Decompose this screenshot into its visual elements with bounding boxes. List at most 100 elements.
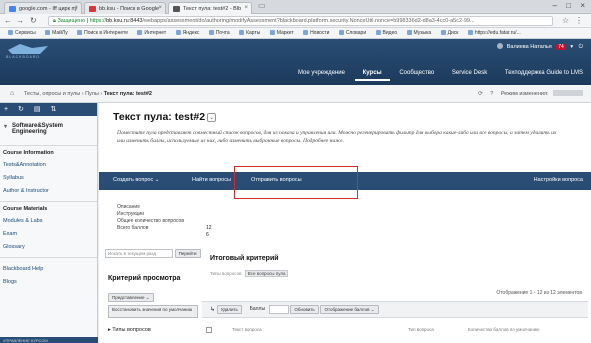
column-question-type[interactable]: Тип вопроса: [408, 327, 434, 332]
show-points-button[interactable]: Отображение баллов ⌄: [320, 305, 379, 314]
edit-mode-toggle[interactable]: [553, 90, 583, 96]
presentation-dropdown[interactable]: Представление ⌄: [108, 293, 154, 302]
column-default-points[interactable]: Количество баллов по умолчанию: [468, 327, 548, 332]
create-question-button[interactable]: Создать вопрос ⌄: [113, 177, 159, 183]
bookmark-icon: [239, 30, 245, 35]
bookmark-item[interactable]: Сервисы: [8, 30, 36, 36]
breadcrumb: ⌂ Тесты, опросы и пулы › Пулы › Текст пу…: [0, 85, 591, 103]
bookmark-item[interactable]: Диск: [440, 30, 458, 36]
sidebar-item-syllabus[interactable]: Syllabus: [0, 171, 97, 184]
browser-tab-google[interactable]: google.com - Iff цирк пу ×: [4, 2, 82, 14]
edit-mode-label: Режим изменения:: [500, 91, 549, 97]
points-label: Баллы: [249, 306, 266, 312]
select-all-checkbox[interactable]: [206, 327, 212, 333]
bookmark-icon: [303, 30, 309, 35]
sidebar-item-blogs[interactable]: Blogs: [0, 275, 97, 288]
column-question-text[interactable]: Текст вопроса: [232, 327, 262, 332]
tab-community[interactable]: Сообщество: [391, 67, 442, 79]
bookmark-item[interactable]: Новости: [303, 30, 329, 36]
find-questions-button[interactable]: Найти вопросы: [192, 177, 231, 183]
course-title[interactable]: Software&System Engineering: [0, 116, 97, 141]
bookmark-item[interactable]: Яндекс: [175, 30, 199, 36]
sidebar-item-modules[interactable]: Modules & Labs: [0, 214, 97, 227]
bookmark-item[interactable]: Интернет: [137, 30, 166, 36]
sidebar-item-help[interactable]: Blackboard Help: [0, 262, 97, 275]
search-input[interactable]: Искать в текущем разд: [105, 249, 173, 258]
results-table-header: Текст вопроса Тип вопроса Количество бал…: [202, 322, 588, 343]
bookmark-item[interactable]: Видео: [375, 30, 397, 36]
sidebar-header-course-materials[interactable]: Course Materials: [0, 201, 97, 214]
browser-tab-search[interactable]: bb.ksu - Поиск в Google ×: [84, 2, 166, 14]
minimize-icon[interactable]: –: [553, 1, 557, 10]
address-bar: ← → ↻ 🔒︎ Защищено | https://bb.ksu.ru:84…: [0, 14, 591, 28]
delete-button[interactable]: Удалить: [216, 305, 242, 314]
new-tab-icon[interactable]: ▭: [258, 1, 266, 10]
star-icon[interactable]: ☆: [562, 16, 569, 25]
tab-courses[interactable]: Курсы: [354, 67, 390, 81]
arrow-icon: ↳: [210, 307, 216, 313]
back-icon[interactable]: ←: [4, 16, 12, 25]
sidebar-item-glossary[interactable]: Glossary: [0, 240, 97, 253]
breadcrumb-current: Текст пула: test#2: [103, 91, 152, 97]
power-icon[interactable]: ⏻: [579, 44, 583, 50]
update-button[interactable]: Обновить: [290, 305, 319, 314]
apps-icon: [8, 30, 13, 35]
question-settings-button[interactable]: Настройки вопроса: [534, 177, 583, 183]
site-header: BLACKBOARD Валиева Наталья 74 ▾ ⏻ Мое уч…: [0, 39, 591, 85]
sidebar-item-author[interactable]: Author & Instructor: [0, 184, 97, 197]
bookmark-item[interactable]: Почта: [208, 30, 230, 36]
folder-view-icon[interactable]: ▤: [34, 106, 41, 113]
reload-icon[interactable]: ↻: [30, 16, 37, 25]
tab-my-institution[interactable]: Мое учреждение: [290, 67, 353, 79]
bookmarks-bar: Сервисы МайЛу Поиск в Интернете Интернет…: [0, 28, 591, 39]
browser-tab-pool[interactable]: Текст пула: test#2 - Blb ×: [168, 2, 252, 14]
add-icon[interactable]: +: [4, 106, 8, 113]
institution-logo[interactable]: [8, 44, 48, 54]
course-management-header[interactable]: УПРАВЛЕНИЕ КУРСОМ: [0, 337, 98, 343]
bookmark-item[interactable]: Музыка: [406, 30, 431, 36]
maximize-icon[interactable]: □: [566, 1, 571, 10]
notification-badge[interactable]: 74: [556, 44, 566, 50]
close-icon[interactable]: ×: [74, 5, 78, 11]
chevron-down-icon[interactable]: ▾: [570, 44, 573, 50]
go-button[interactable]: Перейти: [174, 249, 201, 258]
sidebar-header-course-information[interactable]: Course Information: [0, 145, 97, 158]
sidebar-item-tests[interactable]: Tests&Annotation: [0, 158, 97, 171]
close-window-icon[interactable]: ×: [580, 1, 585, 10]
bookmark-item[interactable]: МайЛу: [45, 30, 68, 36]
menu-icon[interactable]: ⋮: [575, 16, 583, 25]
url-input[interactable]: 🔒︎ Защищено | https://bb.ksu.ru:8443/web…: [48, 16, 553, 26]
chevron-down-icon: ⌄: [145, 295, 150, 300]
close-icon[interactable]: ×: [244, 5, 248, 11]
chevron-down-icon: ⌄: [370, 307, 375, 312]
refresh-icon[interactable]: ↻: [18, 106, 24, 113]
home-icon[interactable]: ⌂: [10, 90, 14, 97]
close-icon[interactable]: ×: [158, 5, 162, 11]
bookmark-item[interactable]: Карты: [239, 30, 260, 36]
lock-icon: 🔒︎: [53, 18, 56, 24]
help-icon[interactable]: ?: [490, 91, 493, 97]
tab-label: Текст пула: test#2 - Blb: [183, 6, 242, 12]
bookmark-item[interactable]: https://edu.fatar.ru/...: [467, 30, 521, 36]
question-types-toggle[interactable]: ▸ Типы вопросов: [108, 327, 151, 333]
presentation-button[interactable]: Представление ⌄: [108, 293, 154, 302]
points-input[interactable]: [268, 305, 289, 314]
bookmark-icon: [208, 30, 214, 35]
bookmark-item[interactable]: Поиск в Интернете: [77, 30, 128, 36]
sort-icon[interactable]: ⇅: [50, 106, 56, 113]
breadcrumb-pools[interactable]: Пулы: [85, 91, 99, 97]
chevron-down-icon[interactable]: ⌄: [207, 113, 217, 122]
forward-icon[interactable]: →: [16, 16, 24, 25]
reset-defaults-button[interactable]: Восстановить значения по умолчанию: [108, 305, 198, 318]
refresh-icon[interactable]: ⟳: [478, 91, 483, 97]
tab-service-desk[interactable]: Service Desk: [444, 67, 495, 79]
breadcrumb-tests[interactable]: Тесты, опросы и пулы: [24, 91, 80, 97]
results-panel: Итоговый критерий Типы вопросов Все вопр…: [202, 246, 588, 343]
filter-tag[interactable]: Все вопросы пула: [244, 270, 289, 277]
tab-support-guide[interactable]: Техподдержка Guide to LMS: [497, 67, 591, 79]
bookmark-item[interactable]: Словари: [338, 30, 366, 36]
caret-right-icon: ▸: [108, 327, 111, 333]
sidebar-item-exam[interactable]: Exam: [0, 227, 97, 240]
user-menu[interactable]: Валиева Наталья 74 ▾ ⏻: [497, 43, 583, 51]
bookmark-item[interactable]: Маркет: [269, 30, 294, 36]
